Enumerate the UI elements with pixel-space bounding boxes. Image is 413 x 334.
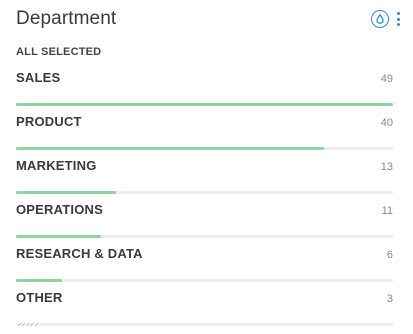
category-row-header: PRODUCT 40 <box>16 114 393 136</box>
category-bar-fill <box>16 103 393 106</box>
category-row[interactable]: RESEARCH & DATA 6 <box>16 246 393 290</box>
category-row-header: RESEARCH & DATA 6 <box>16 246 393 268</box>
category-count: 49 <box>380 73 393 85</box>
category-label: OPERATIONS <box>16 202 103 217</box>
more-vertical-icon[interactable] <box>395 10 401 28</box>
category-label: OTHER <box>16 290 63 305</box>
category-row-header: OTHER 3 <box>16 290 393 312</box>
category-bar-fill <box>16 279 63 282</box>
category-count: 6 <box>386 249 393 261</box>
category-count: 3 <box>386 293 393 305</box>
category-row-header: MARKETING 13 <box>16 158 393 180</box>
header-actions <box>371 10 401 28</box>
category-bar-fill <box>16 235 101 238</box>
category-count: 13 <box>380 161 393 173</box>
category-row[interactable]: PRODUCT 40 <box>16 114 393 158</box>
category-label: PRODUCT <box>16 114 82 129</box>
category-bar-fill <box>16 323 40 326</box>
category-row[interactable]: OTHER 3 <box>16 290 393 334</box>
widget-title: Department <box>16 8 117 29</box>
category-bar-track <box>16 235 393 238</box>
category-count: 11 <box>381 205 393 217</box>
category-count: 40 <box>380 117 393 129</box>
category-label: SALES <box>16 70 61 85</box>
selection-status: ALL SELECTED <box>16 46 102 58</box>
category-bar-track <box>16 147 393 150</box>
category-bar-track <box>16 323 393 326</box>
category-row[interactable]: MARKETING 13 <box>16 158 393 202</box>
category-row[interactable]: SALES 49 <box>16 70 393 114</box>
category-label: MARKETING <box>16 158 97 173</box>
category-bar-fill <box>16 147 324 150</box>
category-row-header: SALES 49 <box>16 70 393 92</box>
category-bar-track <box>16 103 393 106</box>
droplet-icon[interactable] <box>371 10 389 28</box>
department-widget: Department ALL SELECTED SALES 49 PRODUCT 40… <box>0 0 413 331</box>
category-bar-fill <box>16 191 117 194</box>
category-label: RESEARCH & DATA <box>16 246 143 261</box>
category-list: SALES 49 PRODUCT 40 MARKETING 13 OPERATIONS 11 R… <box>16 70 393 334</box>
droplet-glyph <box>376 14 384 24</box>
widget-header: Department <box>16 7 401 31</box>
category-bar-track <box>16 191 393 194</box>
category-row[interactable]: OPERATIONS 11 <box>16 202 393 246</box>
category-row-header: OPERATIONS 11 <box>16 202 393 224</box>
category-bar-track <box>16 279 393 282</box>
